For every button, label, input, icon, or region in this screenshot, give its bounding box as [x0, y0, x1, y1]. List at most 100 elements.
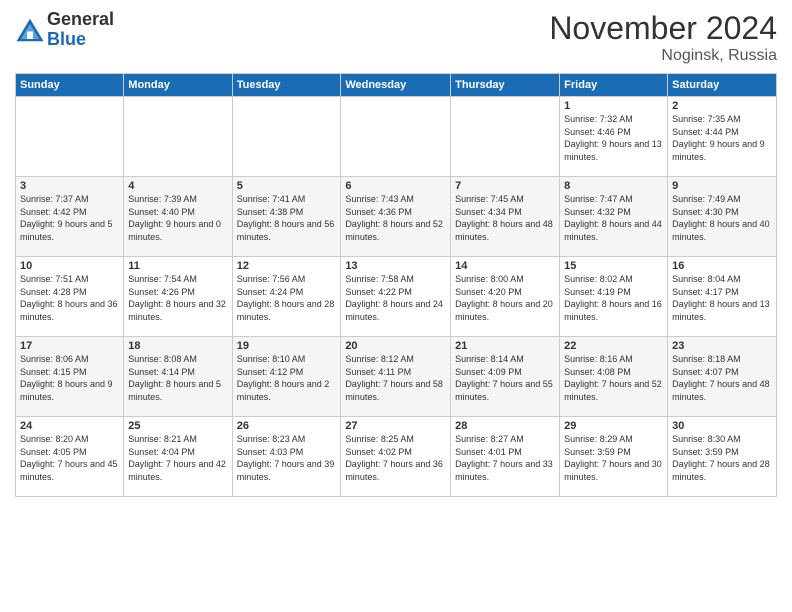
col-monday: Monday	[124, 74, 232, 97]
day-info: Sunrise: 7:58 AM Sunset: 4:22 PM Dayligh…	[345, 273, 446, 323]
day-info: Sunrise: 8:18 AM Sunset: 4:07 PM Dayligh…	[672, 353, 772, 403]
day-number: 13	[345, 260, 446, 272]
day-number: 12	[237, 260, 337, 272]
table-row: 23Sunrise: 8:18 AM Sunset: 4:07 PM Dayli…	[668, 337, 777, 417]
table-row: 18Sunrise: 8:08 AM Sunset: 4:14 PM Dayli…	[124, 337, 232, 417]
table-row: 15Sunrise: 8:02 AM Sunset: 4:19 PM Dayli…	[560, 257, 668, 337]
day-info: Sunrise: 8:25 AM Sunset: 4:02 PM Dayligh…	[345, 433, 446, 483]
day-info: Sunrise: 7:32 AM Sunset: 4:46 PM Dayligh…	[564, 113, 663, 163]
day-info: Sunrise: 8:21 AM Sunset: 4:04 PM Dayligh…	[128, 433, 227, 483]
day-number: 26	[237, 420, 337, 432]
day-number: 15	[564, 260, 663, 272]
table-row: 3Sunrise: 7:37 AM Sunset: 4:42 PM Daylig…	[16, 177, 124, 257]
day-number: 5	[237, 180, 337, 192]
day-number: 18	[128, 340, 227, 352]
day-number: 29	[564, 420, 663, 432]
day-info: Sunrise: 7:56 AM Sunset: 4:24 PM Dayligh…	[237, 273, 337, 323]
day-number: 24	[20, 420, 119, 432]
day-info: Sunrise: 7:54 AM Sunset: 4:26 PM Dayligh…	[128, 273, 227, 323]
table-row: 14Sunrise: 8:00 AM Sunset: 4:20 PM Dayli…	[451, 257, 560, 337]
table-row: 1Sunrise: 7:32 AM Sunset: 4:46 PM Daylig…	[560, 97, 668, 177]
day-info: Sunrise: 8:27 AM Sunset: 4:01 PM Dayligh…	[455, 433, 555, 483]
day-number: 1	[564, 100, 663, 112]
col-thursday: Thursday	[451, 74, 560, 97]
day-number: 3	[20, 180, 119, 192]
table-row	[451, 97, 560, 177]
table-row: 24Sunrise: 8:20 AM Sunset: 4:05 PM Dayli…	[16, 417, 124, 497]
day-number: 11	[128, 260, 227, 272]
table-row: 17Sunrise: 8:06 AM Sunset: 4:15 PM Dayli…	[16, 337, 124, 417]
day-number: 7	[455, 180, 555, 192]
day-info: Sunrise: 7:45 AM Sunset: 4:34 PM Dayligh…	[455, 193, 555, 243]
day-info: Sunrise: 7:37 AM Sunset: 4:42 PM Dayligh…	[20, 193, 119, 243]
col-friday: Friday	[560, 74, 668, 97]
day-number: 21	[455, 340, 555, 352]
table-row: 25Sunrise: 8:21 AM Sunset: 4:04 PM Dayli…	[124, 417, 232, 497]
logo-icon	[15, 15, 45, 45]
day-number: 8	[564, 180, 663, 192]
logo: General Blue	[15, 10, 114, 50]
day-number: 4	[128, 180, 227, 192]
day-info: Sunrise: 8:10 AM Sunset: 4:12 PM Dayligh…	[237, 353, 337, 403]
day-number: 25	[128, 420, 227, 432]
day-number: 28	[455, 420, 555, 432]
logo-blue: Blue	[47, 29, 86, 49]
table-row: 28Sunrise: 8:27 AM Sunset: 4:01 PM Dayli…	[451, 417, 560, 497]
table-row: 2Sunrise: 7:35 AM Sunset: 4:44 PM Daylig…	[668, 97, 777, 177]
col-saturday: Saturday	[668, 74, 777, 97]
day-number: 30	[672, 420, 772, 432]
table-row: 7Sunrise: 7:45 AM Sunset: 4:34 PM Daylig…	[451, 177, 560, 257]
day-info: Sunrise: 7:35 AM Sunset: 4:44 PM Dayligh…	[672, 113, 772, 163]
day-info: Sunrise: 8:06 AM Sunset: 4:15 PM Dayligh…	[20, 353, 119, 403]
day-number: 16	[672, 260, 772, 272]
table-row: 12Sunrise: 7:56 AM Sunset: 4:24 PM Dayli…	[232, 257, 341, 337]
day-info: Sunrise: 8:00 AM Sunset: 4:20 PM Dayligh…	[455, 273, 555, 323]
day-info: Sunrise: 8:30 AM Sunset: 3:59 PM Dayligh…	[672, 433, 772, 483]
table-row: 6Sunrise: 7:43 AM Sunset: 4:36 PM Daylig…	[341, 177, 451, 257]
table-row: 4Sunrise: 7:39 AM Sunset: 4:40 PM Daylig…	[124, 177, 232, 257]
table-row	[124, 97, 232, 177]
col-wednesday: Wednesday	[341, 74, 451, 97]
day-info: Sunrise: 7:39 AM Sunset: 4:40 PM Dayligh…	[128, 193, 227, 243]
logo-text: General Blue	[47, 10, 114, 50]
day-number: 20	[345, 340, 446, 352]
day-info: Sunrise: 8:29 AM Sunset: 3:59 PM Dayligh…	[564, 433, 663, 483]
calendar-table: Sunday Monday Tuesday Wednesday Thursday…	[15, 73, 777, 497]
col-sunday: Sunday	[16, 74, 124, 97]
day-info: Sunrise: 8:04 AM Sunset: 4:17 PM Dayligh…	[672, 273, 772, 323]
calendar-week-row: 3Sunrise: 7:37 AM Sunset: 4:42 PM Daylig…	[16, 177, 777, 257]
day-info: Sunrise: 8:23 AM Sunset: 4:03 PM Dayligh…	[237, 433, 337, 483]
table-row: 27Sunrise: 8:25 AM Sunset: 4:02 PM Dayli…	[341, 417, 451, 497]
calendar-week-row: 24Sunrise: 8:20 AM Sunset: 4:05 PM Dayli…	[16, 417, 777, 497]
table-row: 8Sunrise: 7:47 AM Sunset: 4:32 PM Daylig…	[560, 177, 668, 257]
day-number: 9	[672, 180, 772, 192]
table-row	[16, 97, 124, 177]
day-number: 27	[345, 420, 446, 432]
day-number: 10	[20, 260, 119, 272]
day-info: Sunrise: 7:47 AM Sunset: 4:32 PM Dayligh…	[564, 193, 663, 243]
day-info: Sunrise: 8:16 AM Sunset: 4:08 PM Dayligh…	[564, 353, 663, 403]
day-info: Sunrise: 8:08 AM Sunset: 4:14 PM Dayligh…	[128, 353, 227, 403]
day-info: Sunrise: 7:51 AM Sunset: 4:28 PM Dayligh…	[20, 273, 119, 323]
calendar-header-row: Sunday Monday Tuesday Wednesday Thursday…	[16, 74, 777, 97]
day-number: 17	[20, 340, 119, 352]
table-row: 20Sunrise: 8:12 AM Sunset: 4:11 PM Dayli…	[341, 337, 451, 417]
day-info: Sunrise: 8:02 AM Sunset: 4:19 PM Dayligh…	[564, 273, 663, 323]
page-container: General Blue November 2024 Noginsk, Russ…	[0, 0, 792, 507]
table-row: 11Sunrise: 7:54 AM Sunset: 4:26 PM Dayli…	[124, 257, 232, 337]
table-row: 29Sunrise: 8:29 AM Sunset: 3:59 PM Dayli…	[560, 417, 668, 497]
logo-general: General	[47, 9, 114, 29]
day-number: 14	[455, 260, 555, 272]
table-row: 10Sunrise: 7:51 AM Sunset: 4:28 PM Dayli…	[16, 257, 124, 337]
col-tuesday: Tuesday	[232, 74, 341, 97]
day-number: 2	[672, 100, 772, 112]
table-row: 13Sunrise: 7:58 AM Sunset: 4:22 PM Dayli…	[341, 257, 451, 337]
month-year: November 2024	[549, 10, 777, 47]
day-number: 19	[237, 340, 337, 352]
table-row	[341, 97, 451, 177]
table-row: 5Sunrise: 7:41 AM Sunset: 4:38 PM Daylig…	[232, 177, 341, 257]
day-number: 6	[345, 180, 446, 192]
table-row: 26Sunrise: 8:23 AM Sunset: 4:03 PM Dayli…	[232, 417, 341, 497]
day-info: Sunrise: 7:41 AM Sunset: 4:38 PM Dayligh…	[237, 193, 337, 243]
day-info: Sunrise: 7:49 AM Sunset: 4:30 PM Dayligh…	[672, 193, 772, 243]
